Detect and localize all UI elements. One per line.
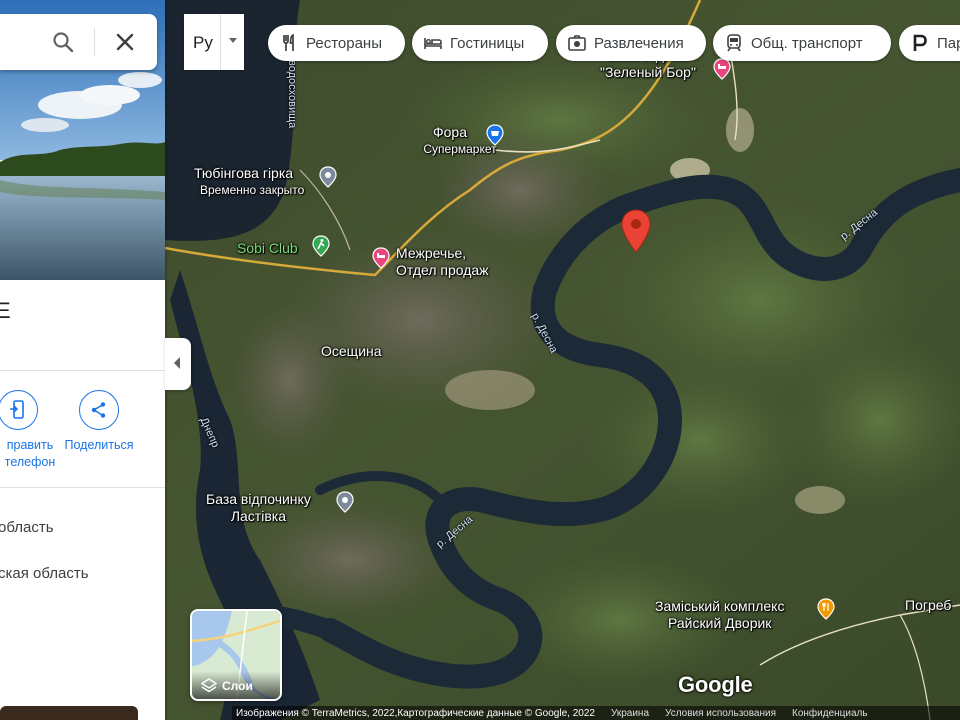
layers-label: Слои (222, 679, 253, 693)
poi-label-rayskiy-dvorik[interactable]: Заміський комплекс Райский Дворик (655, 598, 784, 632)
place-pin-icon[interactable] (334, 491, 356, 513)
town-label-pogreby[interactable]: Погреб (905, 597, 951, 614)
chip-parking[interactable]: Пар (899, 25, 960, 61)
language-select[interactable]: Ру (184, 14, 244, 70)
activity-pin-icon[interactable] (310, 235, 332, 257)
language-selected-value: Ру (193, 33, 213, 52)
hotel-pin-icon[interactable] (370, 247, 392, 269)
send-to-phone-button[interactable]: править телефон (0, 390, 58, 471)
map-footer: Изображения © TerraMetrics, 2022,Картогр… (232, 706, 960, 720)
transit-icon (727, 34, 741, 52)
share-label: Поделиться (64, 438, 134, 452)
hotel-pin-icon[interactable] (711, 58, 733, 80)
google-logo: Google (678, 672, 753, 697)
attraction-pin-icon[interactable] (317, 166, 339, 188)
address-line-1[interactable]: область (0, 519, 54, 536)
place-thumbnail[interactable] (0, 706, 138, 720)
parking-icon (913, 34, 927, 51)
place-title: E (0, 298, 11, 323)
shopping-pin-icon[interactable] (484, 124, 506, 146)
chip-restaurants-label: Рестораны (306, 34, 382, 52)
search-separator (94, 28, 95, 56)
chip-entertainment[interactable]: Развлечения (556, 25, 706, 61)
divider (0, 487, 165, 488)
footer-terms-link[interactable]: Условия использования (665, 708, 776, 719)
language-separator (220, 14, 221, 70)
poi-label-tubingova[interactable]: Тюбінгова гірка Временно закрыто (194, 165, 304, 199)
send-to-phone-label: править телефон (4, 438, 56, 469)
search-icon[interactable] (52, 31, 74, 53)
camera-icon (568, 35, 586, 51)
hotel-icon (424, 38, 442, 49)
map-attribution[interactable]: Изображения © TerraMetrics, 2022,Картогр… (236, 708, 595, 719)
chip-entertainment-label: Развлечения (594, 34, 684, 52)
address-line-2[interactable]: ская область (0, 565, 89, 582)
divider (0, 370, 165, 371)
close-icon[interactable] (114, 31, 136, 53)
location-marker-icon[interactable] (620, 209, 652, 253)
chip-transit[interactable]: Общ. транспорт (713, 25, 891, 61)
chevron-left-icon (174, 357, 180, 369)
footer-privacy-link[interactable]: Конфиденциаль (792, 708, 868, 719)
share-button[interactable]: Поделиться (59, 390, 139, 454)
chip-restaurants[interactable]: Рестораны (268, 25, 405, 61)
poi-label-lastivka[interactable]: База відпочинку Ластівка (206, 491, 311, 525)
layers-label-bar: Слои (192, 671, 280, 699)
place-details-panel: E править телефон Поделиться область ска… (0, 0, 165, 720)
search-box[interactable] (0, 14, 157, 70)
chip-hotels[interactable]: Гостиницы (412, 25, 548, 61)
footer-country[interactable]: Украина (611, 708, 649, 719)
chip-transit-label: Общ. транспорт (751, 34, 863, 52)
share-icon (79, 390, 119, 430)
layers-icon (201, 678, 217, 693)
chip-hotels-label: Гостиницы (450, 34, 525, 52)
collapse-panel-button[interactable] (165, 338, 191, 390)
poi-label-sobi-club[interactable]: Sobi Club (237, 240, 298, 257)
poi-label-mezhreche[interactable]: Межречье, Отдел продаж (396, 245, 489, 279)
phone-send-icon (0, 390, 38, 430)
town-label-oseshchina[interactable]: Осещина (321, 343, 382, 360)
river-label-reservoir: водосховища (286, 60, 298, 129)
layers-button[interactable]: Слои (190, 609, 282, 701)
restaurant-icon (283, 34, 294, 51)
chip-parking-label: Пар (937, 34, 960, 52)
restaurant-pin-icon[interactable] (815, 598, 837, 620)
chevron-down-icon[interactable] (229, 38, 237, 43)
